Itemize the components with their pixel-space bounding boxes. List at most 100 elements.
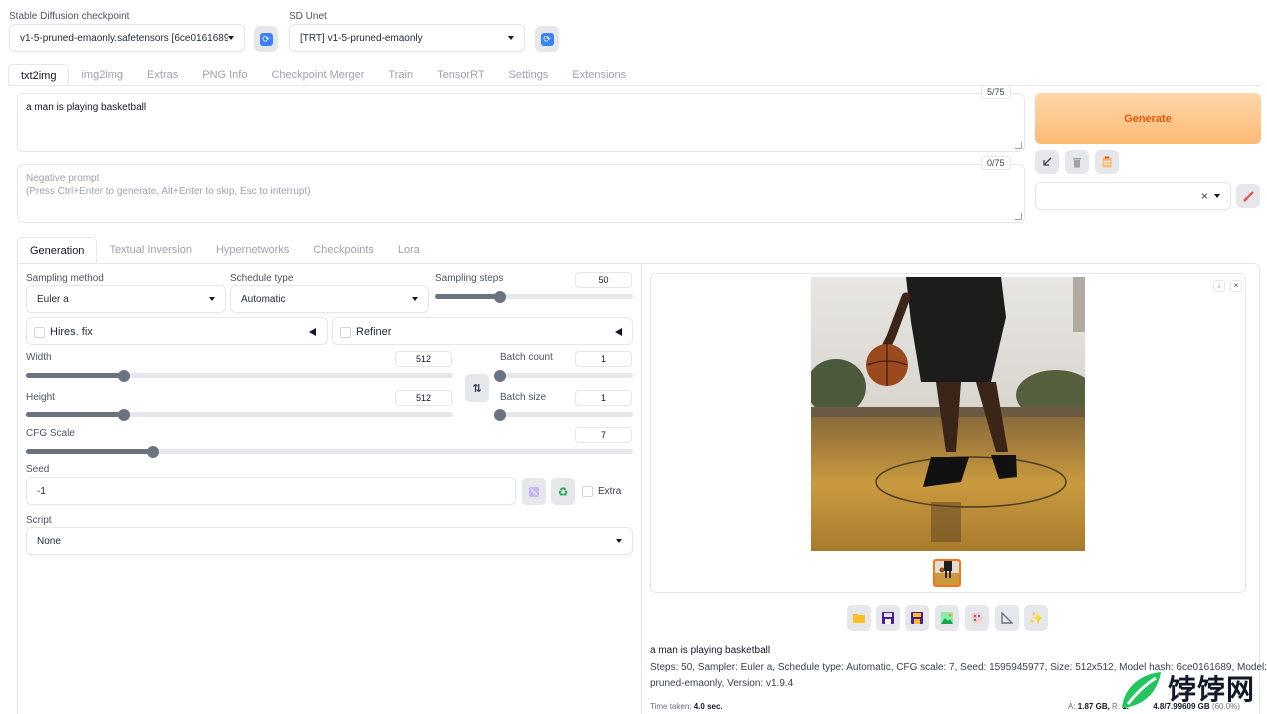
negative-prompt-hint: (Press Ctrl+Enter to generate, Alt+Enter… (26, 186, 311, 197)
output-caption-prompt: a man is playing basketball (650, 645, 771, 656)
chevron-down-icon (1214, 194, 1220, 198)
refiner-checkbox[interactable] (340, 327, 351, 338)
hires-fix-checkbox[interactable] (34, 327, 45, 338)
tab-generation[interactable]: Generation (17, 237, 98, 264)
tab-png-info[interactable]: PNG Info (190, 64, 259, 86)
hires-fix-accordion[interactable]: Hires. fix (26, 317, 328, 345)
tab-txt2img[interactable]: txt2img (8, 64, 70, 86)
sd-unet-refresh-button[interactable]: ⟳ (535, 26, 559, 52)
paint-brush-icon (1242, 190, 1254, 202)
seed-input[interactable]: -1 (26, 477, 516, 505)
swap-dimensions-button[interactable]: ⇅ (465, 374, 489, 402)
tab-train[interactable]: Train (376, 64, 425, 86)
checkpoint-refresh-button[interactable]: ⟳ (254, 26, 278, 52)
random-seed-button[interactable] (522, 478, 546, 505)
send-to-img2img-button[interactable] (935, 605, 959, 631)
time-taken-label: Time taken: (650, 702, 692, 711)
folder-icon (853, 614, 865, 623)
chevron-down-icon (209, 297, 215, 301)
sampling-method-value: Euler a (37, 293, 69, 305)
styles-dropdown[interactable]: × (1035, 182, 1231, 210)
tab-img2img[interactable]: img2img (69, 64, 135, 86)
sub-tabs: Generation Textual Inversion Hypernetwor… (17, 237, 432, 264)
tab-settings[interactable]: Settings (497, 64, 561, 86)
checkpoint-label: Stable Diffusion checkpoint (9, 11, 130, 22)
batch-size-slider[interactable] (494, 408, 633, 421)
vram-a-value: 1.87 GB, (1077, 702, 1110, 711)
sampling-steps-slider[interactable] (435, 290, 633, 303)
close-icon[interactable]: × (1230, 280, 1242, 292)
refiner-label: Refiner (356, 326, 392, 338)
tabs-divider (8, 85, 1260, 86)
tab-textual-inversion[interactable]: Textual Inversion (97, 237, 204, 264)
tab-tensorrt[interactable]: TensorRT (425, 64, 496, 86)
watermark-logo (1118, 666, 1164, 712)
leaf-logo-icon (1122, 672, 1161, 708)
download-icon[interactable]: ⤓ (1213, 280, 1225, 292)
chevron-down-icon (616, 539, 622, 543)
image-icon (941, 612, 953, 624)
open-folder-button[interactable] (847, 605, 871, 631)
send-to-inpaint-button[interactable] (965, 605, 989, 631)
tab-hypernetworks[interactable]: Hypernetworks (204, 237, 301, 264)
refresh-icon: ⟳ (540, 32, 554, 46)
close-icon[interactable]: × (1201, 189, 1208, 203)
resize-handle-icon[interactable] (1015, 142, 1022, 149)
hires-fix-label: Hires. fix (50, 326, 93, 338)
thumbnail-image (935, 561, 959, 585)
extras-sparkle-button[interactable]: ✨ (1024, 605, 1048, 631)
cfg-scale-input[interactable]: 7 (575, 427, 632, 443)
generate-button[interactable]: Generate (1035, 93, 1261, 144)
dice-icon (529, 486, 539, 497)
collapse-arrow-icon (615, 328, 622, 336)
tab-lora[interactable]: Lora (386, 237, 432, 264)
tab-checkpoint-merger[interactable]: Checkpoint Merger (259, 64, 376, 86)
apply-styles-button[interactable] (1095, 150, 1119, 174)
watermark-text: 饽饽网 (1168, 673, 1256, 706)
negative-prompt-input[interactable]: Negative prompt (Press Ctrl+Enter to gen… (17, 164, 1025, 223)
generated-image[interactable] (811, 277, 1085, 551)
schedule-type-dropdown[interactable]: Automatic (230, 285, 429, 313)
sd-unet-value: [TRT] v1-5-pruned-emaonly (300, 32, 423, 44)
read-params-button[interactable] (1035, 150, 1059, 174)
negative-prompt-token-counter: 0/75 (981, 156, 1011, 170)
extra-label: Extra (598, 486, 622, 497)
schedule-type-value: Automatic (241, 293, 286, 305)
clear-prompt-button[interactable] (1065, 150, 1089, 174)
resize-handle-icon[interactable] (1015, 213, 1022, 220)
panel-divider (641, 264, 642, 714)
tab-checkpoints[interactable]: Checkpoints (301, 237, 386, 264)
main-tabs: txt2img img2img Extras PNG Info Checkpoi… (8, 64, 638, 86)
batch-size-input[interactable]: 1 (575, 390, 632, 406)
edit-styles-button[interactable] (1236, 184, 1260, 208)
arrow-icon (1043, 157, 1052, 166)
cfg-scale-label: CFG Scale (26, 428, 75, 439)
sampling-method-dropdown[interactable]: Euler a (26, 285, 226, 313)
batch-count-slider[interactable] (494, 369, 633, 382)
clipboard-icon (1102, 156, 1112, 168)
sd-unet-dropdown[interactable]: [TRT] v1-5-pruned-emaonly (289, 24, 525, 52)
cfg-scale-slider[interactable] (26, 445, 633, 458)
zip-button[interactable] (905, 605, 929, 631)
width-input[interactable]: 512 (395, 351, 452, 367)
save-icon (882, 612, 894, 624)
width-slider[interactable] (26, 369, 453, 382)
height-input[interactable]: 512 (395, 390, 452, 406)
sampling-steps-input[interactable]: 50 (575, 272, 632, 288)
gallery-thumbnail[interactable] (933, 559, 961, 587)
refiner-accordion[interactable]: Refiner (332, 317, 633, 345)
height-slider[interactable] (26, 408, 453, 421)
batch-count-input[interactable]: 1 (575, 351, 632, 367)
height-label: Height (26, 392, 55, 403)
tab-extras[interactable]: Extras (135, 64, 190, 86)
send-to-extras-button[interactable] (995, 605, 1019, 631)
tab-extensions[interactable]: Extensions (560, 64, 638, 86)
script-dropdown[interactable]: None (26, 527, 633, 555)
sparkle-icon: ✨ (1028, 611, 1044, 625)
recycle-icon: ♻ (557, 484, 569, 499)
prompt-input[interactable]: a man is playing basketball (17, 93, 1025, 152)
save-button[interactable] (876, 605, 900, 631)
extra-seed-checkbox[interactable] (582, 486, 593, 497)
checkpoint-dropdown[interactable]: v1-5-pruned-emaonly.safetensors [6ce0161… (9, 24, 245, 52)
reuse-seed-button[interactable]: ♻ (551, 478, 575, 505)
